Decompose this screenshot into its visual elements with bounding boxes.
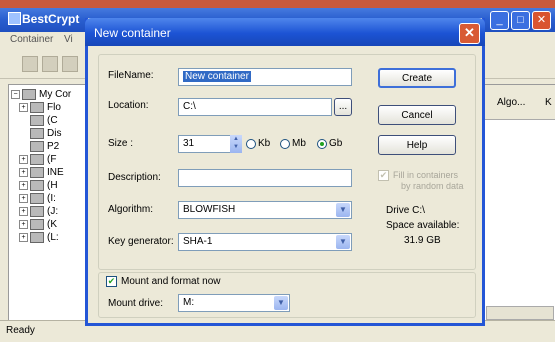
fill-random-label: Fill in containers by random data xyxy=(393,170,464,191)
space-available-value: 31.9 GB xyxy=(404,235,441,246)
unit-gb-radio[interactable] xyxy=(317,139,327,149)
tree-item[interactable]: + (H xyxy=(19,180,58,193)
algorithm-select[interactable]: BLOWFISH ▼ xyxy=(178,201,352,219)
window-controls: _ □ ✕ xyxy=(490,11,551,30)
tree-item[interactable]: P2 xyxy=(30,141,59,154)
chevron-down-icon[interactable]: ▼ xyxy=(336,203,350,217)
unit-mb-label: Mb xyxy=(292,138,306,149)
mount-format-label: Mount and format now xyxy=(121,276,221,287)
unit-kb-label: Kb xyxy=(258,138,271,149)
chevron-down-icon[interactable]: ▼ xyxy=(274,296,288,310)
algorithm-value: BLOWFISH xyxy=(183,204,236,215)
unit-mb-radio[interactable] xyxy=(280,139,290,149)
size-label: Size : xyxy=(108,138,134,149)
drive-icon xyxy=(30,154,44,165)
dialog-title: New container xyxy=(94,26,171,40)
drive-icon xyxy=(30,206,44,217)
horizontal-scrollbar[interactable] xyxy=(486,306,554,320)
expand-icon[interactable]: + xyxy=(19,155,28,164)
column-header-algorithm[interactable]: Algo... xyxy=(497,97,525,108)
drive-icon xyxy=(30,128,44,139)
tree-item[interactable]: + (I: xyxy=(19,193,56,206)
tree-item[interactable]: + Flo xyxy=(19,102,61,115)
minimize-icon[interactable]: _ xyxy=(490,11,509,30)
keygen-select[interactable]: SHA-1 ▼ xyxy=(178,233,352,251)
menu-item-view[interactable]: Vi xyxy=(64,34,73,45)
size-spinner-icon[interactable]: ▲ ▼ xyxy=(230,135,242,153)
menu-item-container[interactable]: Container xyxy=(10,34,53,45)
mount-drive-value: M: xyxy=(183,297,195,308)
keygen-value: SHA-1 xyxy=(183,236,213,247)
drive-icon xyxy=(30,232,44,243)
tree-item[interactable]: Dis xyxy=(30,128,61,141)
taskbar-strip xyxy=(0,0,555,8)
tree-item[interactable]: + (L: xyxy=(19,232,59,245)
status-text: Ready xyxy=(6,325,35,336)
close-icon[interactable]: ✕ xyxy=(459,23,480,44)
tree-item[interactable]: + (J: xyxy=(19,206,58,219)
new-container-dialog: New container ✕ FileName: New container … xyxy=(85,18,485,326)
description-input[interactable] xyxy=(178,169,352,187)
container-list[interactable]: Algo... K xyxy=(480,84,555,322)
filename-input[interactable]: New container xyxy=(178,68,352,86)
unit-gb-label: Gb xyxy=(329,138,343,149)
maximize-icon[interactable]: □ xyxy=(511,11,530,30)
drive-tree[interactable]: − My Cor + Flo (C Dis P2 + (F + INE + (H + (I:… xyxy=(8,84,90,322)
fill-random-checkbox[interactable]: ✔ xyxy=(378,170,389,181)
space-available-label: Space available: xyxy=(386,220,460,231)
drive-icon xyxy=(30,115,44,126)
expand-icon[interactable]: + xyxy=(19,233,28,242)
location-input[interactable]: C:\ xyxy=(178,98,332,116)
drive-icon xyxy=(30,219,44,230)
computer-icon xyxy=(22,89,36,100)
expand-icon[interactable]: + xyxy=(19,220,28,229)
tree-item[interactable]: + (F xyxy=(19,154,56,167)
tree-item[interactable]: (C xyxy=(30,115,58,128)
toolbar-button-icon[interactable] xyxy=(42,56,58,72)
cancel-button[interactable]: Cancel xyxy=(378,105,456,125)
drive-label: Drive C:\ xyxy=(386,205,425,216)
unit-kb-radio[interactable] xyxy=(246,139,256,149)
description-label: Description: xyxy=(108,172,161,183)
list-header: Algo... K xyxy=(481,85,555,120)
drive-icon xyxy=(30,193,44,204)
expand-icon[interactable]: + xyxy=(19,194,28,203)
collapse-icon[interactable]: − xyxy=(11,90,20,99)
column-header-key[interactable]: K xyxy=(545,97,552,108)
expand-icon[interactable]: + xyxy=(19,207,28,216)
create-button[interactable]: Create xyxy=(378,68,456,88)
mount-drive-label: Mount drive: xyxy=(108,298,164,309)
app-title: BestCrypt xyxy=(22,12,80,26)
mount-format-checkbox[interactable]: ✔ xyxy=(106,276,117,287)
drive-icon xyxy=(30,180,44,191)
drive-icon xyxy=(30,102,44,113)
expand-icon[interactable]: + xyxy=(19,181,28,190)
dialog-titlebar[interactable]: New container ✕ xyxy=(85,18,485,46)
drive-icon xyxy=(30,167,44,178)
toolbar-button-icon[interactable] xyxy=(22,56,38,72)
algorithm-label: Algorithm: xyxy=(108,204,154,215)
chevron-down-icon[interactable]: ▼ xyxy=(336,235,350,249)
browse-button[interactable]: ... xyxy=(334,98,352,116)
filename-value: New container xyxy=(183,71,251,82)
drive-icon xyxy=(30,141,44,152)
toolbar-button-icon[interactable] xyxy=(62,56,78,72)
tree-item[interactable]: + (K xyxy=(19,219,57,232)
tree-item[interactable]: − My Cor xyxy=(11,89,71,102)
keygen-label: Key generator: xyxy=(108,236,174,247)
filename-label: FileName: xyxy=(108,70,154,81)
location-label: Location: xyxy=(108,100,149,111)
expand-icon[interactable]: + xyxy=(19,168,28,177)
expand-icon[interactable]: + xyxy=(19,103,28,112)
mount-drive-select[interactable]: M: ▼ xyxy=(178,294,290,312)
app-logo-icon xyxy=(8,12,21,25)
tree-item[interactable]: + INE xyxy=(19,167,64,180)
close-icon[interactable]: ✕ xyxy=(532,11,551,30)
help-button[interactable]: Help xyxy=(378,135,456,155)
